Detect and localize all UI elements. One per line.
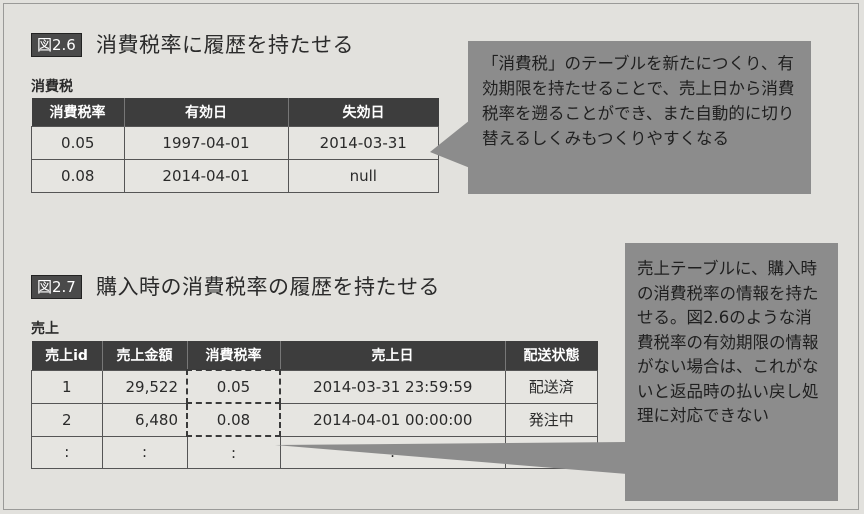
highlighted-cell: 0.05: [186, 369, 281, 404]
table-cell: :: [186, 435, 281, 469]
column-header: 売上id: [31, 341, 102, 370]
table-row: 0.05 1997-04-01 2014-03-31: [31, 126, 439, 160]
column-header: 有効日: [123, 98, 288, 127]
table-cell: 1997-04-01: [123, 126, 289, 160]
page: 図2.6 消費税率に履歴を持たせる 消費税 消費税率 有効日 失効日 0.05 …: [0, 0, 864, 514]
table-cell: 0.05: [31, 126, 125, 160]
table-cell: 1: [31, 369, 103, 404]
callout-note: 売上テーブルに、購入時の消費税率の情報を持たせる。図2.6のような消費税率の有効…: [625, 243, 838, 501]
highlighted-cell: 0.08: [186, 402, 281, 437]
callout-pointer: [430, 120, 470, 168]
column-header: 配送状態: [504, 341, 598, 370]
callout-note: 「消費税」のテーブルを新たにつくり、有効期限を持たせることで、売上日から消費税率…: [468, 41, 811, 194]
figure-tag: 図2.7: [31, 275, 82, 299]
table-cell: :: [101, 435, 188, 469]
callout-pointer: [275, 442, 627, 474]
table-name: 消費税: [31, 79, 73, 95]
table-cell: null: [287, 159, 439, 193]
column-header: 消費税率: [186, 341, 280, 370]
table-header-row: 消費税率 有効日 失効日: [31, 98, 439, 127]
figure-title: 購入時の消費税率の履歴を持たせる: [96, 275, 440, 299]
table-cell: 2014-03-31 23:59:59: [279, 369, 506, 404]
table-cell: 配送済: [504, 369, 598, 404]
column-header: 失効日: [287, 98, 439, 127]
table-cell: 2014-03-31: [287, 126, 439, 160]
column-header: 消費税率: [31, 98, 124, 127]
table-cell: 2014-04-01: [123, 159, 289, 193]
table-header-row: 売上id 売上金額 消費税率 売上日 配送状態: [31, 341, 598, 370]
tax-rate-table: 消費税率 有効日 失効日 0.05 1997-04-01 2014-03-31 …: [31, 98, 439, 193]
table-name: 売上: [31, 321, 59, 337]
table-cell: 2: [31, 402, 103, 437]
table-cell: 6,480: [101, 402, 188, 437]
figure-tag: 図2.6: [31, 33, 82, 57]
table-cell: 29,522: [101, 369, 188, 404]
table-cell: :: [31, 435, 103, 469]
table-row: 1 29,522 0.05 2014-03-31 23:59:59 配送済: [31, 369, 598, 404]
table-row: 0.08 2014-04-01 null: [31, 159, 439, 193]
table-cell: 0.08: [31, 159, 125, 193]
figure-title: 消費税率に履歴を持たせる: [96, 33, 354, 57]
column-header: 売上日: [279, 341, 505, 370]
column-header: 売上金額: [101, 341, 187, 370]
